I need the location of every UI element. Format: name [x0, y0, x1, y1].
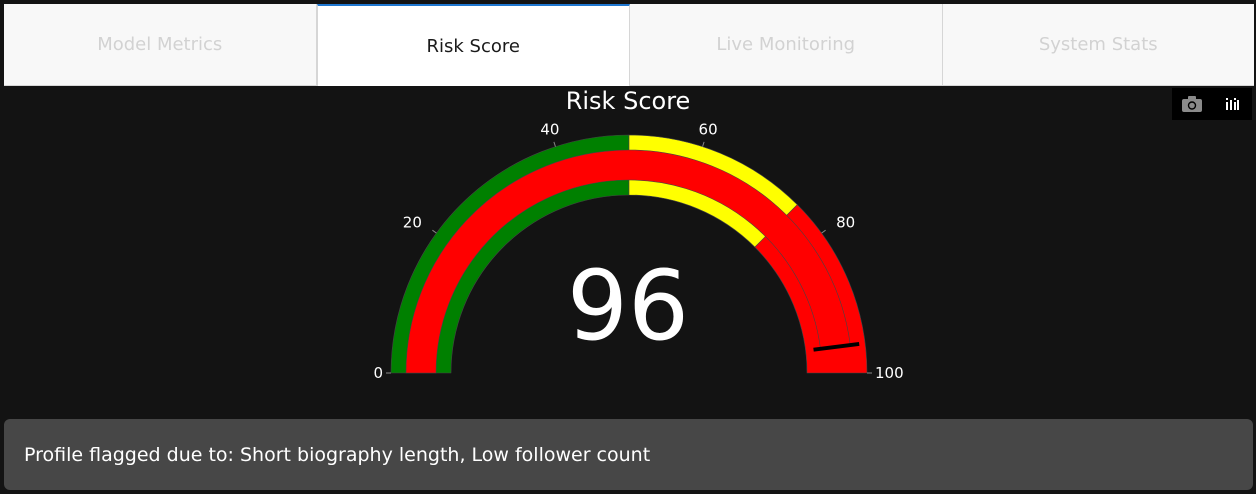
gauge-tick	[821, 229, 826, 234]
tab-bar: Model Metrics Risk Score Live Monitoring…	[4, 4, 1254, 86]
app-frame: Model Metrics Risk Score Live Monitoring…	[0, 0, 1256, 494]
gauge-panel: Risk Score 0 20 40 60 80 100 96	[0, 86, 1256, 416]
tab-risk-score[interactable]: Risk Score	[316, 4, 630, 86]
gauge-tick-label: 0	[373, 364, 383, 382]
flag-message: Profile flagged due to: Short biography …	[24, 443, 651, 466]
gauge-tick	[553, 141, 556, 147]
gauge-tick-label: 20	[403, 214, 422, 232]
gauge-tick-label: 100	[875, 364, 904, 382]
gauge-tick-label: 40	[540, 121, 559, 139]
gauge-tick	[432, 229, 437, 234]
gauge-tick	[702, 141, 705, 147]
gauge-value: 96	[566, 250, 690, 362]
tab-model-metrics[interactable]: Model Metrics	[4, 4, 317, 86]
tab-system-stats[interactable]: System Stats	[942, 4, 1254, 86]
flag-message-box: Profile flagged due to: Short biography …	[4, 419, 1253, 490]
gauge-tick-label: 80	[836, 214, 855, 232]
gauge-tick-label: 60	[699, 121, 718, 139]
tab-live-monitoring[interactable]: Live Monitoring	[630, 4, 943, 86]
